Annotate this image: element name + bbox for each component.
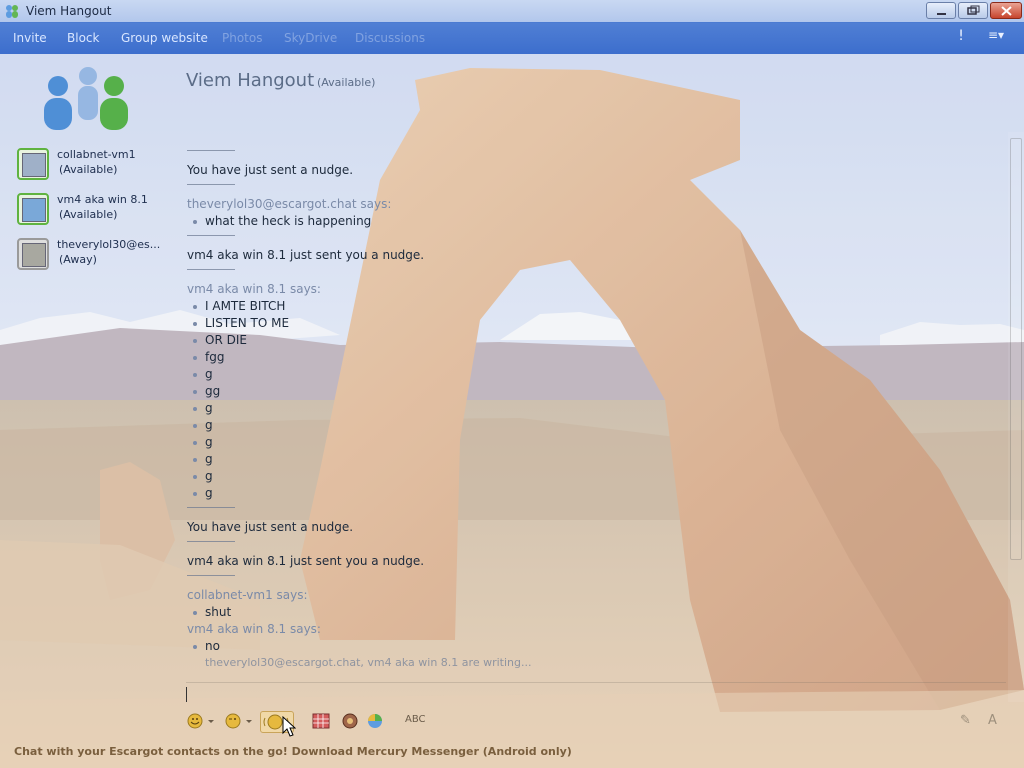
emoticon-icon[interactable] bbox=[186, 711, 216, 731]
games-icon[interactable] bbox=[340, 711, 360, 731]
minimize-icon bbox=[937, 13, 946, 15]
contact-status: (Available) bbox=[59, 163, 118, 176]
message-text: I AMTE BITCH bbox=[193, 299, 285, 313]
text-caret bbox=[186, 687, 187, 702]
contact-status: (Away) bbox=[59, 253, 97, 266]
message-sender: collabnet-vm1 says: bbox=[187, 588, 308, 602]
contact-theverylol30[interactable]: theverylol30@es... (Away) bbox=[17, 236, 167, 272]
close-icon bbox=[1001, 6, 1012, 16]
contact-collabnet-vm1[interactable]: collabnet-vm1 (Available) bbox=[17, 146, 167, 182]
message-text: gg bbox=[193, 384, 220, 398]
toolbar-block[interactable]: Block bbox=[67, 31, 99, 45]
title-bar: Viem Hangout bbox=[0, 0, 1024, 23]
separator bbox=[187, 507, 235, 508]
nudge-sent-notice: You have just sent a nudge. bbox=[187, 163, 354, 177]
toolbar-photos[interactable]: Photos bbox=[222, 31, 262, 45]
message-input[interactable] bbox=[186, 682, 1006, 709]
toolbar-invite[interactable]: Invite bbox=[13, 31, 47, 45]
avatar bbox=[17, 193, 49, 225]
message-text: g bbox=[193, 367, 213, 381]
message-text: fgg bbox=[193, 350, 224, 364]
message-sender: theverylol30@escargot.chat says: bbox=[187, 197, 392, 211]
message-text: LISTEN TO ME bbox=[193, 316, 289, 330]
nudge-sent-notice: You have just sent a nudge. bbox=[187, 520, 354, 534]
contact-name: collabnet-vm1 bbox=[57, 148, 136, 161]
separator bbox=[187, 184, 235, 185]
toolbar-skydrive[interactable]: SkyDrive bbox=[284, 31, 337, 45]
conversation-title: Viem Hangout bbox=[186, 70, 315, 91]
promo-footer[interactable]: Chat with your Escargot contacts on the … bbox=[14, 745, 572, 758]
message-text: what the heck is happening bbox=[193, 214, 371, 228]
message-text: shut bbox=[193, 605, 231, 619]
activities-icon[interactable] bbox=[365, 711, 385, 731]
handwriting-icon[interactable]: ✎ bbox=[960, 713, 971, 728]
message-text: no bbox=[193, 639, 220, 653]
typing-indicator: theverylol30@escargot.chat, vm4 aka win … bbox=[205, 656, 532, 669]
messenger-buddies-icon bbox=[44, 67, 128, 130]
message-text: g bbox=[193, 486, 213, 500]
window-title: Viem Hangout bbox=[26, 4, 112, 18]
separator bbox=[187, 235, 235, 236]
wink-icon[interactable] bbox=[224, 711, 254, 731]
minimize-button[interactable] bbox=[926, 2, 956, 19]
avatar bbox=[17, 238, 49, 270]
message-text: g bbox=[193, 418, 213, 432]
contact-status: (Available) bbox=[59, 208, 118, 221]
nudge-received-notice: vm4 aka win 8.1 just sent you a nudge. bbox=[187, 554, 425, 568]
mouse-cursor-icon bbox=[282, 716, 296, 737]
separator bbox=[187, 150, 235, 151]
contact-vm4[interactable]: vm4 aka win 8.1 (Available) bbox=[17, 191, 167, 227]
spellcheck-icon[interactable]: ABC bbox=[405, 714, 426, 734]
toolbar: Invite Block Group website Photos SkyDri… bbox=[0, 22, 1024, 54]
close-button[interactable] bbox=[990, 2, 1022, 19]
alert-icon[interactable]: ! bbox=[951, 28, 971, 48]
contact-name: vm4 aka win 8.1 bbox=[57, 193, 148, 206]
message-text: g bbox=[193, 469, 213, 483]
separator bbox=[187, 575, 235, 576]
restore-button[interactable] bbox=[958, 2, 988, 19]
separator bbox=[187, 269, 235, 270]
font-icon[interactable]: A bbox=[988, 713, 997, 728]
conversation-status: (Available) bbox=[317, 76, 376, 89]
chat-log[interactable]: You have just sent a nudge. theverylol30… bbox=[187, 132, 607, 672]
message-text: OR DIE bbox=[193, 333, 247, 347]
toolbar-group-website[interactable]: Group website bbox=[121, 31, 208, 45]
message-text: g bbox=[193, 401, 213, 415]
separator bbox=[187, 541, 235, 542]
message-text: g bbox=[193, 452, 213, 466]
menu-icon[interactable]: ≡▾ bbox=[982, 28, 1010, 48]
chat-scrollbar-thumb[interactable] bbox=[1010, 138, 1022, 560]
messenger-icon bbox=[6, 5, 18, 18]
toolbar-discussions[interactable]: Discussions bbox=[355, 31, 425, 45]
nudge-received-notice: vm4 aka win 8.1 just sent you a nudge. bbox=[187, 248, 425, 262]
message-sender: vm4 aka win 8.1 says: bbox=[187, 622, 321, 636]
restore-icon bbox=[967, 5, 980, 15]
background-icon[interactable] bbox=[311, 711, 331, 731]
contact-name: theverylol30@es... bbox=[57, 238, 161, 251]
message-text: g bbox=[193, 435, 213, 449]
avatar bbox=[17, 148, 49, 180]
message-sender: vm4 aka win 8.1 says: bbox=[187, 282, 321, 296]
